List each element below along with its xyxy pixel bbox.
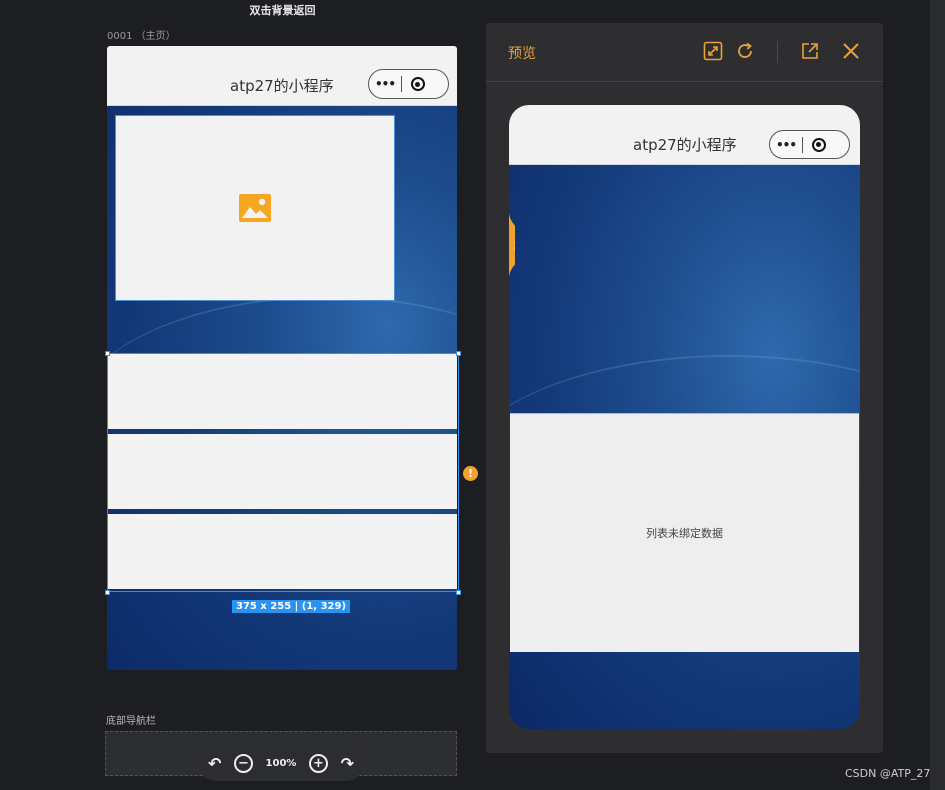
right-scroll-strip [930,0,945,790]
preview-panel: 预览 atp27的小程序 ••• 列表未绑定数据 [486,23,883,753]
more-dots-icon: ••• [374,77,396,91]
zoom-level: 100% [265,757,297,769]
preview-phone: atp27的小程序 ••• 列表未绑定数据 [509,105,860,729]
redo-icon[interactable]: ↷ [341,754,354,773]
resize-handle-br[interactable] [456,590,461,595]
open-external-icon[interactable] [800,41,820,61]
resize-handle-tr[interactable] [456,351,461,356]
side-tab-glyph: Z [514,239,515,252]
zoom-toolbar: ↶ − 100% + ↷ [198,745,364,781]
zoom-in-icon[interactable]: + [309,753,328,773]
resize-handle-tl[interactable] [105,351,110,356]
resize-handle-bl[interactable] [105,590,110,595]
double-click-hint: 双击背景返回 [249,4,316,17]
preview-navbar: atp27的小程序 ••• [509,105,860,165]
watermark: CSDN @ATP_27 [845,767,931,780]
preview-title: 预览 [508,46,536,62]
preview-header: 预览 [486,23,883,82]
close-target-icon [402,77,433,91]
empty-list-placeholder: 列表未绑定数据 [510,413,859,652]
empty-list-text: 列表未绑定数据 [646,527,723,540]
refresh-icon[interactable] [735,41,755,61]
warning-icon[interactable]: ! [463,466,478,481]
preview-nav-title: atp27的小程序 [633,136,737,154]
page-label: 0001 （主页） [107,31,176,42]
tabbar-label: 底部导航栏 [106,716,156,727]
capsule-button[interactable]: ••• [368,69,449,99]
close-icon[interactable] [841,41,861,61]
fullscreen-icon[interactable] [703,41,723,61]
preview-capsule-button[interactable]: ••• [769,130,850,159]
editor-nav-title: atp27的小程序 [230,77,334,95]
zoom-out-icon[interactable]: − [233,753,253,773]
side-tab[interactable]: Z [486,212,515,278]
selection-size-badge: 375 x 255 | (1, 329) [232,600,351,613]
image-placeholder-icon [239,194,271,222]
selection-frame[interactable] [107,353,459,592]
editor-navbar: atp27的小程序 ••• [107,46,457,106]
image-component[interactable] [115,115,395,301]
close-target-icon [803,137,834,152]
undo-icon[interactable]: ↶ [208,754,221,773]
more-dots-icon: ••• [775,137,797,152]
header-divider [777,41,778,63]
